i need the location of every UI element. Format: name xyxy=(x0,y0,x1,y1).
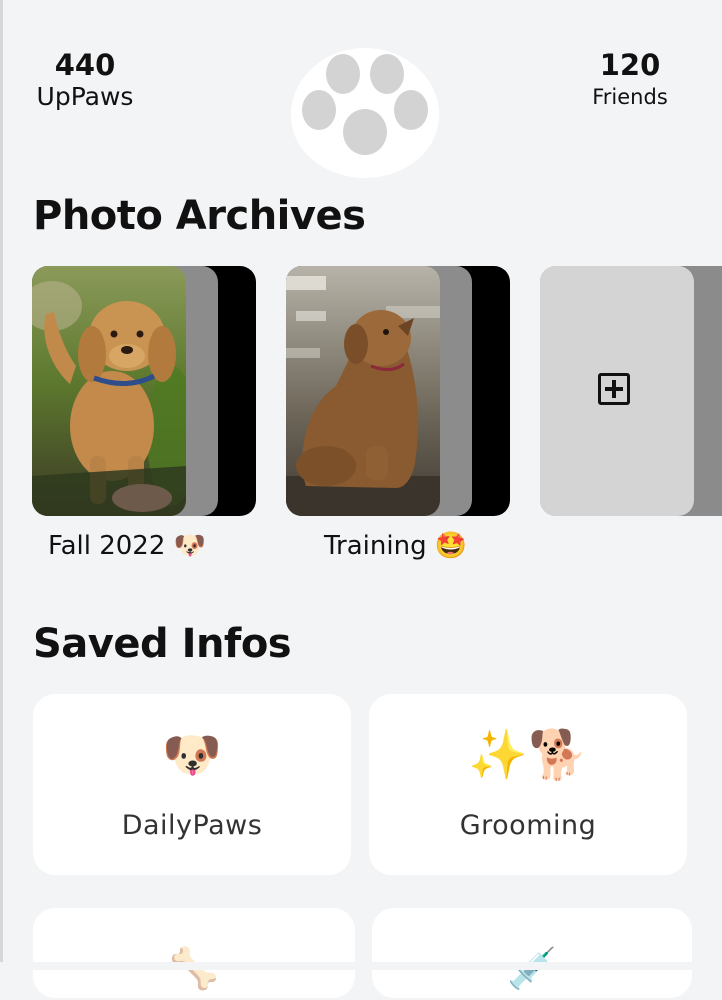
card-label-dailypaws: DailyPaws xyxy=(121,810,263,841)
album-fall-2022[interactable] xyxy=(32,266,256,516)
plus-square-icon xyxy=(598,373,630,405)
friends-stat[interactable]: 120 Friends xyxy=(585,48,675,112)
add-album-card xyxy=(540,266,694,516)
uppaws-count: 440 xyxy=(54,48,116,82)
album-thumbnail-puppy-photo xyxy=(286,266,440,516)
saved-info-card-syringe[interactable]: 💉 xyxy=(372,908,692,998)
saved-info-card-bone[interactable]: 🦴 xyxy=(33,908,355,998)
add-album-button[interactable] xyxy=(540,266,722,516)
saved-info-card-dailypaws[interactable]: 🐶 DailyPaws xyxy=(33,694,351,875)
album-thumbnail-dog-photo xyxy=(32,266,186,516)
uppaws-stat[interactable]: 440 UpPaws xyxy=(30,48,140,112)
paw-icon xyxy=(290,48,440,178)
album-caption-training: Training 🤩 xyxy=(324,531,468,561)
sparkles-dog-icon: ✨🐕 xyxy=(468,727,588,783)
saved-infos-title: Saved Infos xyxy=(33,621,292,667)
photo-archives-title: Photo Archives xyxy=(33,193,366,239)
friends-label: Friends xyxy=(592,85,668,109)
left-border xyxy=(0,0,3,970)
album-training[interactable] xyxy=(286,266,510,516)
album-caption-fall-2022: Fall 2022 🐶 xyxy=(48,531,207,561)
viewport-bottom-edge xyxy=(0,962,722,970)
uppaws-label: UpPaws xyxy=(36,82,134,111)
friends-count: 120 xyxy=(599,48,661,82)
dog-face-icon: 🐶 xyxy=(162,727,222,783)
card-label-grooming: Grooming xyxy=(459,810,597,841)
saved-info-card-grooming[interactable]: ✨🐕 Grooming xyxy=(369,694,687,875)
